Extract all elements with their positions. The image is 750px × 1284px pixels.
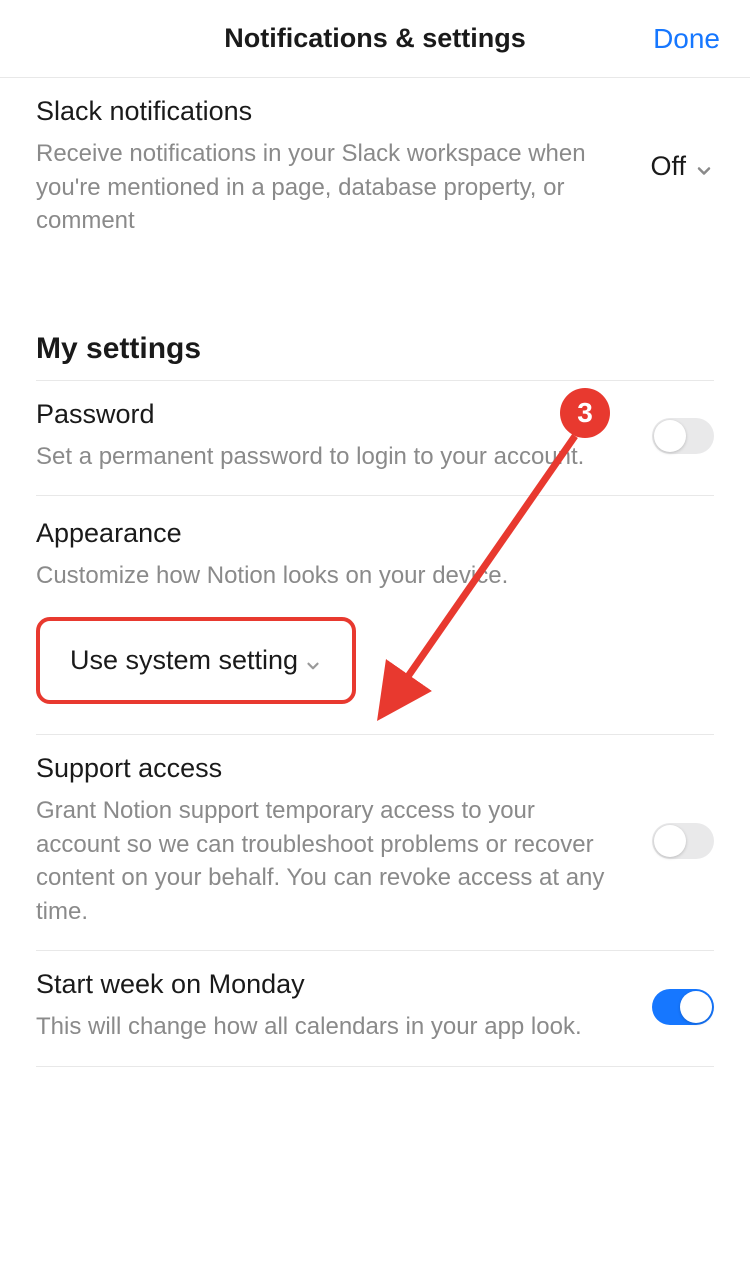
password-desc: Set a permanent password to login to you… [36,440,622,474]
start-week-title: Start week on Monday [36,969,622,1000]
start-week-text: Start week on Monday This will change ho… [36,969,652,1044]
slack-desc: Receive notifications in your Slack work… [36,137,620,238]
slack-notifications-row[interactable]: Slack notifications Receive notification… [36,78,714,260]
slack-value-dropdown[interactable]: Off [650,151,714,182]
chevron-down-icon [694,157,714,177]
appearance-title: Appearance [36,518,714,549]
slack-value-label: Off [650,151,686,182]
header: Notifications & settings Done [0,0,750,78]
appearance-desc: Customize how Notion looks on your devic… [36,559,714,593]
support-toggle[interactable] [652,823,714,859]
divider [36,495,714,496]
appearance-dropdown[interactable]: Use system setting [36,617,356,704]
done-button[interactable]: Done [653,23,720,55]
support-desc: Grant Notion support temporary access to… [36,794,622,928]
appearance-value-label: Use system setting [70,645,298,676]
password-row: Password Set a permanent password to log… [36,381,714,496]
start-week-toggle[interactable] [652,989,714,1025]
chevron-down-icon [304,651,322,669]
support-title: Support access [36,753,622,784]
start-week-row: Start week on Monday This will change ho… [36,951,714,1066]
divider [36,1066,714,1067]
start-week-desc: This will change how all calendars in yo… [36,1010,622,1044]
appearance-row: Appearance Customize how Notion looks on… [36,518,714,734]
password-toggle[interactable] [652,418,714,454]
content: Slack notifications Receive notification… [0,78,750,1067]
toggle-knob [654,420,686,452]
slack-text: Slack notifications Receive notification… [36,96,650,238]
page-title: Notifications & settings [224,23,526,54]
toggle-knob [654,825,686,857]
slack-title: Slack notifications [36,96,620,127]
password-title: Password [36,399,622,430]
toggle-knob [680,991,712,1023]
support-text: Support access Grant Notion support temp… [36,753,652,928]
password-text: Password Set a permanent password to log… [36,399,652,474]
my-settings-heading: My settings [36,332,714,366]
support-access-row: Support access Grant Notion support temp… [36,735,714,950]
